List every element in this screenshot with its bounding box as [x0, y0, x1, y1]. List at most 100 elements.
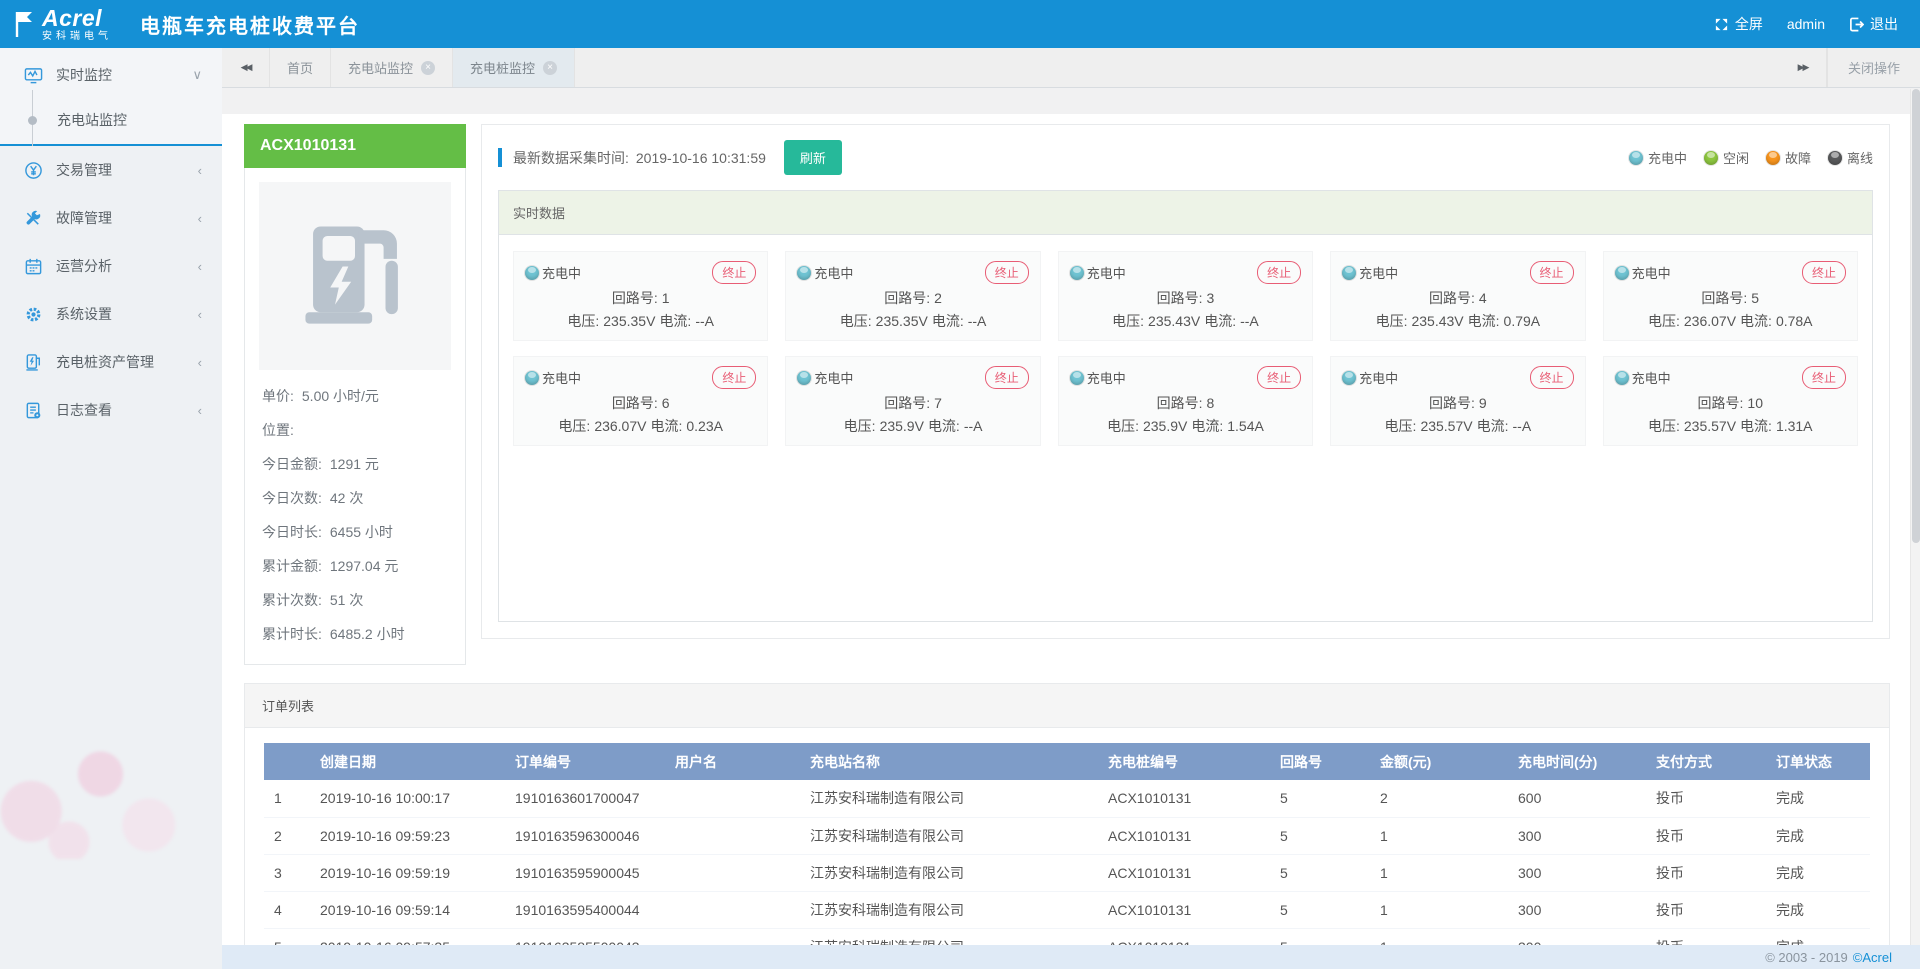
sidebar-item-settings[interactable]: 系统设置 ‹ — [0, 290, 222, 338]
sidebar-item-pile-assets[interactable]: 充电桩资产管理 ‹ — [0, 338, 222, 386]
stat-total-duration: 累计时长:6485.2 小时 — [262, 624, 448, 644]
logout-button[interactable]: 退出 — [1849, 14, 1898, 34]
submenu-dot-icon — [28, 116, 37, 125]
brand-link[interactable]: ©Acrel — [1853, 950, 1892, 965]
stat-location: 位置: — [262, 420, 448, 440]
charging-status-icon — [1342, 266, 1356, 280]
circuit-card-2: 充电中 终止 回路号:2 电压:235.35V电流:--A — [785, 251, 1040, 341]
scrollbar-thumb[interactable] — [1912, 89, 1920, 543]
charging-status-icon — [525, 266, 539, 280]
tab-close-icon[interactable]: × — [543, 61, 557, 75]
charging-status-icon — [1070, 266, 1084, 280]
settings-icon — [24, 305, 43, 324]
table-row[interactable]: 52019-10-16 09:57:35 1910163585500043 江苏… — [264, 928, 1870, 945]
tabs-scroll-right-button[interactable]: ▶▶ — [1779, 48, 1827, 87]
tab-pile-monitor[interactable]: 充电桩监控 × — [453, 48, 575, 87]
tab-station-monitor[interactable]: 充电站监控 × — [331, 48, 453, 87]
charging-status-icon — [1615, 266, 1629, 280]
sidebar-item-faults[interactable]: 故障管理 ‹ — [0, 194, 222, 242]
decorative-flowers — [0, 689, 195, 859]
table-row[interactable]: 42019-10-16 09:59:14 1910163595400044 江苏… — [264, 891, 1870, 928]
col-order-status: 订单状态 — [1766, 743, 1870, 780]
circuit-card-4: 充电中 终止 回路号:4 电压:235.43V电流:0.79A — [1330, 251, 1585, 341]
order-list-panel: 订单列表 创建日期 — [244, 683, 1890, 945]
col-amount: 金额(元) — [1370, 743, 1508, 780]
chevron-right-icon: ‹ — [198, 259, 202, 274]
top-header: Acrel 安科瑞电气 电瓶车充电桩收费平台 全屏 admin — [0, 0, 1920, 48]
refresh-button[interactable]: 刷新 — [784, 140, 842, 175]
vertical-scrollbar[interactable] — [1910, 89, 1920, 945]
tabs-scroll-left-button[interactable]: ◀◀ — [222, 48, 270, 87]
col-pay-method: 支付方式 — [1646, 743, 1766, 780]
charging-status-icon — [797, 371, 811, 385]
chevron-down-icon: ∨ — [192, 67, 202, 83]
sidebar-item-analysis[interactable]: 运营分析 ‹ — [0, 242, 222, 290]
stat-unit-price: 单价:5.00 小时/元 — [262, 386, 448, 406]
terminate-button[interactable]: 终止 — [1257, 261, 1301, 284]
terminate-button[interactable]: 终止 — [712, 366, 756, 389]
offline-status-icon — [1828, 151, 1842, 165]
circuit-card-7: 充电中 终止 回路号:7 电压:235.9V电流:--A — [785, 356, 1040, 446]
collect-time-value: 2019-10-16 10:31:59 — [636, 150, 766, 166]
stat-total-count: 累计次数:51 次 — [262, 590, 448, 610]
close-operations-menu[interactable]: 关闭操作 — [1827, 48, 1920, 87]
charging-status-icon — [1070, 371, 1084, 385]
charging-pile-icon — [294, 215, 416, 337]
logo-text: Acrel — [42, 7, 112, 30]
stat-today-duration: 今日时长:6455 小时 — [262, 522, 448, 542]
collect-time-label: 最新数据采集时间: — [513, 148, 629, 168]
circuit-card-5: 充电中 终止 回路号:5 电压:236.07V电流:0.78A — [1603, 251, 1858, 341]
main-content: ACX1010131 — [222, 88, 1920, 945]
circuit-card-1: 充电中 终止 回路号:1 电压:235.35V电流:--A — [513, 251, 768, 341]
legend-offline: 离线 — [1828, 148, 1873, 167]
tab-close-icon[interactable]: × — [421, 61, 435, 75]
col-circuit-no: 回路号 — [1270, 743, 1370, 780]
charging-status-icon — [1342, 371, 1356, 385]
charging-status-icon — [797, 266, 811, 280]
legend-fault: 故障 — [1766, 148, 1811, 167]
terminate-button[interactable]: 终止 — [1802, 261, 1846, 284]
username-menu[interactable]: admin — [1787, 16, 1825, 32]
stat-today-count: 今日次数:42 次 — [262, 488, 448, 508]
log-icon — [24, 401, 43, 420]
terminate-button[interactable]: 终止 — [1530, 261, 1574, 284]
fault-icon — [24, 209, 43, 228]
terminate-button[interactable]: 终止 — [1530, 366, 1574, 389]
terminate-button[interactable]: 终止 — [1257, 366, 1301, 389]
accent-bar — [498, 148, 502, 167]
terminate-button[interactable]: 终止 — [985, 366, 1029, 389]
charging-status-icon — [1615, 371, 1629, 385]
fault-status-icon — [1766, 151, 1780, 165]
logout-icon — [1849, 17, 1864, 32]
sidebar-item-transactions[interactable]: 交易管理 ‹ — [0, 146, 222, 194]
col-created-date: 创建日期 — [310, 743, 505, 780]
col-pile-no: 充电桩编号 — [1098, 743, 1270, 780]
chevron-right-icon: ‹ — [198, 403, 202, 418]
col-username: 用户名 — [665, 743, 800, 780]
charging-status-icon — [1629, 151, 1643, 165]
tab-home[interactable]: 首页 — [270, 48, 331, 87]
sidebar-item-station-monitor[interactable]: 充电站监控 — [0, 98, 222, 142]
table-header-row: 创建日期 订单编号 用户名 充电站名称 充电桩编号 回路号 金额(元) 充电时间… — [264, 743, 1870, 780]
sidebar-item-logs[interactable]: 日志查看 ‹ — [0, 386, 222, 434]
sidebar-item-realtime-monitor[interactable]: 实时监控 ∨ — [0, 52, 222, 98]
col-index — [264, 743, 310, 780]
realtime-data-title: 实时数据 — [499, 191, 1872, 235]
fullscreen-button[interactable]: 全屏 — [1714, 14, 1763, 34]
footer: © 2003 - 2019 ©Acrel — [222, 945, 1920, 969]
circuit-card-9: 充电中 终止 回路号:9 电压:235.57V电流:--A — [1330, 356, 1585, 446]
terminate-button[interactable]: 终止 — [712, 261, 756, 284]
pile-id-header: ACX1010131 — [244, 124, 466, 168]
logo-subtext: 安科瑞电气 — [42, 32, 112, 42]
logo-flag-icon — [14, 9, 36, 39]
table-row[interactable]: 22019-10-16 09:59:23 1910163596300046 江苏… — [264, 817, 1870, 854]
realtime-monitor-icon — [24, 66, 43, 85]
idle-status-icon — [1704, 151, 1718, 165]
legend-charging: 充电中 — [1629, 148, 1687, 167]
status-legend: 充电中 空闲 故障 — [1629, 148, 1873, 167]
table-row[interactable]: 32019-10-16 09:59:19 1910163595900045 江苏… — [264, 854, 1870, 891]
table-row[interactable]: 12019-10-16 10:00:17 1910163601700047 江苏… — [264, 780, 1870, 817]
stat-total-amount: 累计金额:1297.04 元 — [262, 556, 448, 576]
terminate-button[interactable]: 终止 — [1802, 366, 1846, 389]
terminate-button[interactable]: 终止 — [985, 261, 1029, 284]
